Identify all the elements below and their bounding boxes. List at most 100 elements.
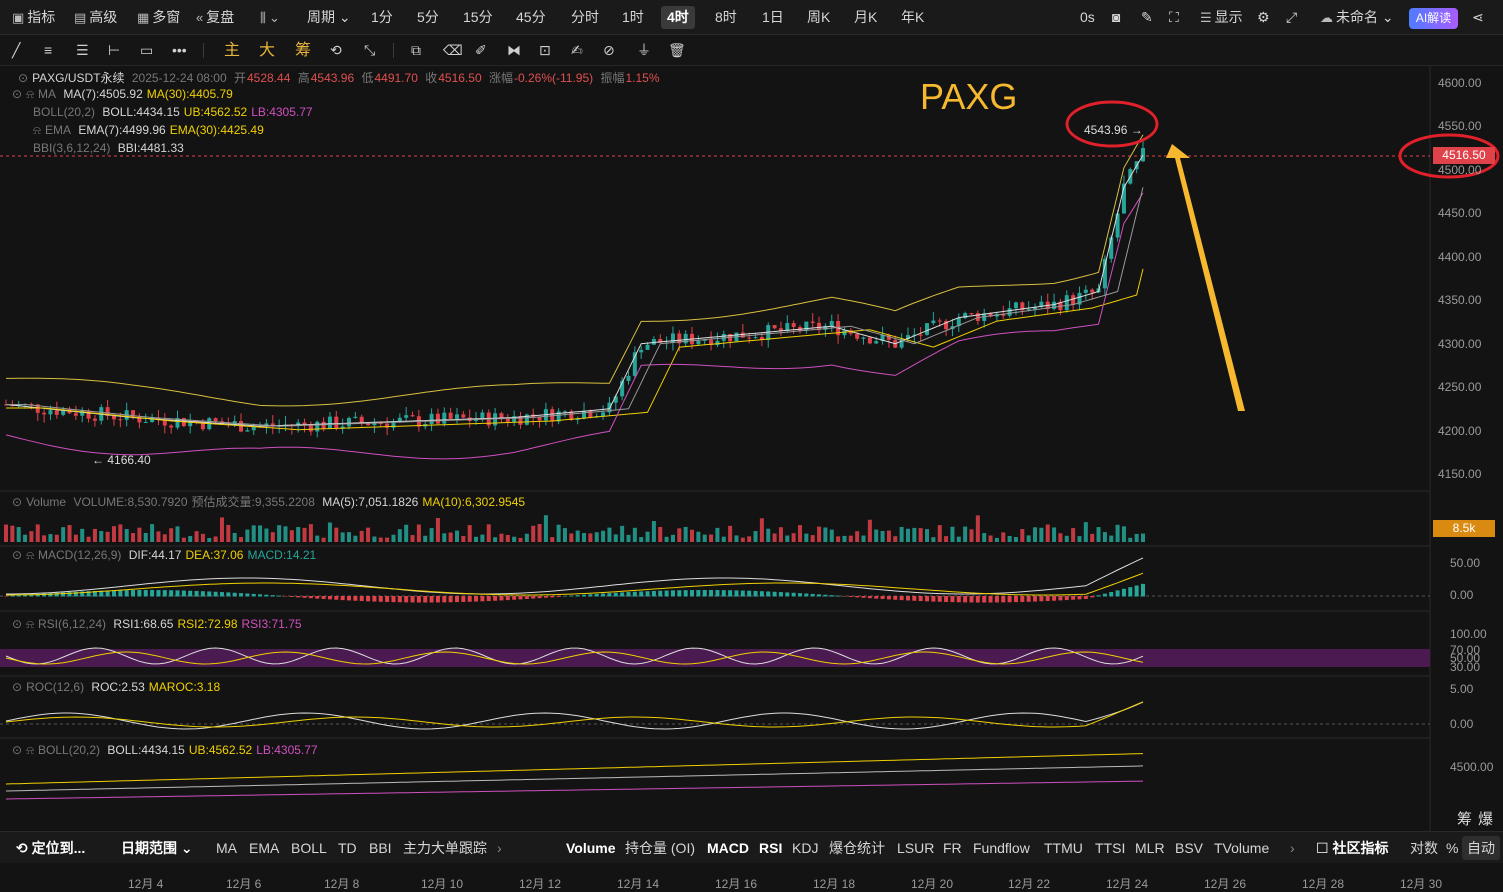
- log-scale-button[interactable]: 对数: [1410, 832, 1438, 864]
- chart-area[interactable]: ⊙ PAXG/USDT永续 2025-12-24 08:00 开4528.44 高…: [0, 66, 1503, 891]
- main-indicator-ma[interactable]: MA: [216, 832, 237, 864]
- bbi-legend[interactable]: BBI(3,6,12,24) BBI:4481.33: [33, 141, 188, 155]
- eraser-icon[interactable]: ⌫: [443, 35, 463, 66]
- replay-button[interactable]: «复盘: [196, 0, 234, 35]
- interval-6[interactable]: 4时: [661, 6, 695, 29]
- date-range-dropdown[interactable]: 日期范围 ⌄: [121, 832, 193, 864]
- fullscreen-exit-icon[interactable]: ⛶: [1169, 0, 1179, 35]
- interval-9[interactable]: 周K: [807, 0, 830, 35]
- sub-indicator-4[interactable]: KDJ: [792, 832, 818, 864]
- volume-bar: [791, 533, 796, 542]
- sub-indicator-6[interactable]: LSUR: [897, 832, 934, 864]
- interval-5[interactable]: 1时: [622, 0, 644, 35]
- macd-histogram-bar: [143, 590, 148, 597]
- community-indicators-button[interactable]: ☐ 社区指标: [1316, 832, 1388, 864]
- chart-canvas[interactable]: [0, 66, 1503, 831]
- link-icon[interactable]: ⧓: [507, 35, 521, 66]
- visibility-icon[interactable]: ⊘: [603, 35, 615, 66]
- percent-scale-button[interactable]: %: [1446, 832, 1458, 864]
- interval-3[interactable]: 45分: [516, 0, 546, 35]
- chevron-right-icon[interactable]: ›: [1290, 832, 1295, 864]
- macd-histogram-bar: [543, 596, 548, 598]
- trend-line-icon[interactable]: ╱: [12, 35, 20, 66]
- more-tools-icon[interactable]: •••: [172, 35, 187, 66]
- sub-indicator-2[interactable]: MACD: [707, 832, 749, 864]
- main-force-button[interactable]: 主: [224, 35, 240, 66]
- chart-type-dropdown[interactable]: ⫼ ⌄: [260, 0, 283, 35]
- volume-legend[interactable]: ⊙ Volume VOLUME:8,530.7920 预估成交量:9,355.220…: [12, 493, 529, 510]
- pen-icon[interactable]: ✎: [1141, 0, 1153, 35]
- chip-button[interactable]: 筹: [295, 35, 311, 66]
- liquidation-button[interactable]: 爆: [1478, 808, 1493, 829]
- sub-indicator-0[interactable]: Volume: [566, 832, 616, 864]
- main-indicator-bbi[interactable]: BBI: [369, 832, 392, 864]
- camera-icon[interactable]: ◙: [1112, 0, 1120, 35]
- sub-indicator-11[interactable]: MLR: [1135, 832, 1165, 864]
- horizontal-ray-icon[interactable]: ⊢: [108, 35, 120, 66]
- interval-10[interactable]: 月K: [854, 0, 877, 35]
- macd-histogram-bar: [296, 596, 301, 598]
- interval-1[interactable]: 5分: [417, 0, 439, 35]
- settings-icon[interactable]: ⚙: [1257, 0, 1270, 35]
- copy-icon[interactable]: ⧉: [411, 35, 421, 66]
- big-order-button[interactable]: 大: [259, 35, 275, 66]
- interval-8[interactable]: 1日: [762, 0, 784, 35]
- interval-7[interactable]: 8时: [715, 0, 737, 35]
- measure-icon[interactable]: ⤡: [364, 35, 375, 66]
- interval-11[interactable]: 年K: [901, 0, 924, 35]
- volume-bar: [169, 528, 174, 542]
- sub-indicator-9[interactable]: TTMU: [1044, 832, 1083, 864]
- sub-indicator-8[interactable]: Fundflow: [973, 832, 1030, 864]
- auto-scale-button[interactable]: 自动: [1462, 836, 1500, 860]
- volume-bar: [1071, 528, 1076, 542]
- macd-histogram-bar: [715, 590, 720, 597]
- sub-indicator-12[interactable]: BSV: [1175, 832, 1203, 864]
- lock-icon[interactable]: ⊡: [539, 35, 551, 66]
- trash-icon[interactable]: 🗑: [668, 35, 686, 66]
- multi-window-button[interactable]: ▦ 多窗: [137, 0, 180, 35]
- filter-icon[interactable]: ⏚: [637, 35, 651, 66]
- interval-4[interactable]: 分时: [571, 0, 599, 35]
- expand-icon[interactable]: ⤢: [1286, 0, 1297, 35]
- time-axis-label: 12月 22: [1008, 877, 1051, 891]
- edit-icon[interactable]: ✍: [571, 35, 583, 66]
- boll-legend[interactable]: BOLL(20,2) BOLL:4434.15 UB:4562.52 LB:4305…: [33, 105, 317, 119]
- horizontal-lines-icon[interactable]: ☰: [76, 35, 89, 66]
- main-indicator-ema[interactable]: EMA: [249, 832, 279, 864]
- rsi-legend[interactable]: ⊙ ⍾ RSI(6,12,24) RSI1:68.65 RSI2:72.98 RSI3:…: [12, 617, 306, 632]
- volume-bar: [118, 524, 123, 542]
- ma-legend[interactable]: ⊙ ⍾ MA MA(7):4505.92 MA(30):4405.79: [12, 87, 237, 102]
- sub-indicator-3[interactable]: RSI: [759, 832, 782, 864]
- macd-histogram-bar: [124, 590, 129, 597]
- magnet-icon[interactable]: ⟲: [330, 35, 342, 66]
- interval-0[interactable]: 1分: [371, 0, 393, 35]
- display-button[interactable]: ☰ 显示: [1200, 0, 1243, 35]
- rectangle-icon[interactable]: ▭: [140, 35, 153, 66]
- layout-dropdown[interactable]: ☁ 未命名 ⌄: [1320, 0, 1394, 35]
- main-indicator-boll[interactable]: BOLL: [291, 832, 327, 864]
- chip-distribution-button[interactable]: 筹: [1457, 808, 1472, 829]
- sub-indicator-5[interactable]: 爆仓统计: [829, 832, 885, 864]
- interval-2[interactable]: 15分: [463, 0, 493, 35]
- sub-indicator-1[interactable]: 持仓量 (OI): [625, 832, 695, 864]
- boll-sub-legend[interactable]: ⊙ ⍾ BOLL(20,2) BOLL:4434.15 UB:4562.52 LB:43…: [12, 743, 322, 758]
- locate-button[interactable]: ⟲ 定位到...: [16, 832, 85, 864]
- brush-icon[interactable]: ✐: [475, 35, 487, 66]
- period-dropdown[interactable]: 周期 ⌄: [307, 0, 351, 35]
- main-indicator-主力大单跟踪[interactable]: 主力大单跟踪: [403, 832, 487, 864]
- macd-legend[interactable]: ⊙ ⍾ MACD(12,26,9) DIF:44.17 DEA:37.06 MACD:1…: [12, 548, 320, 563]
- sub-indicator-13[interactable]: TVolume: [1214, 832, 1269, 864]
- main-indicator-td[interactable]: TD: [338, 832, 357, 864]
- price-axis-label: 4550.00: [1438, 119, 1482, 133]
- sub-indicator-7[interactable]: FR: [943, 832, 962, 864]
- share-icon[interactable]: ⋖: [1472, 0, 1484, 35]
- indicators-button[interactable]: ▣ 指标: [12, 0, 55, 35]
- volume-bar: [645, 531, 650, 542]
- advanced-button[interactable]: ▤ 高级: [74, 0, 117, 35]
- roc-legend[interactable]: ⊙ ROC(12,6) ROC:2.53 MAROC:3.18: [12, 680, 224, 694]
- parallel-lines-icon[interactable]: ≡: [44, 35, 52, 66]
- ai-analysis-button[interactable]: AI解读: [1409, 8, 1458, 29]
- chevron-right-icon[interactable]: ›: [497, 832, 502, 864]
- ema-legend[interactable]: ⍾ EMA EMA(7):4499.96 EMA(30):4425.49: [33, 123, 268, 138]
- sub-indicator-10[interactable]: TTSI: [1095, 832, 1125, 864]
